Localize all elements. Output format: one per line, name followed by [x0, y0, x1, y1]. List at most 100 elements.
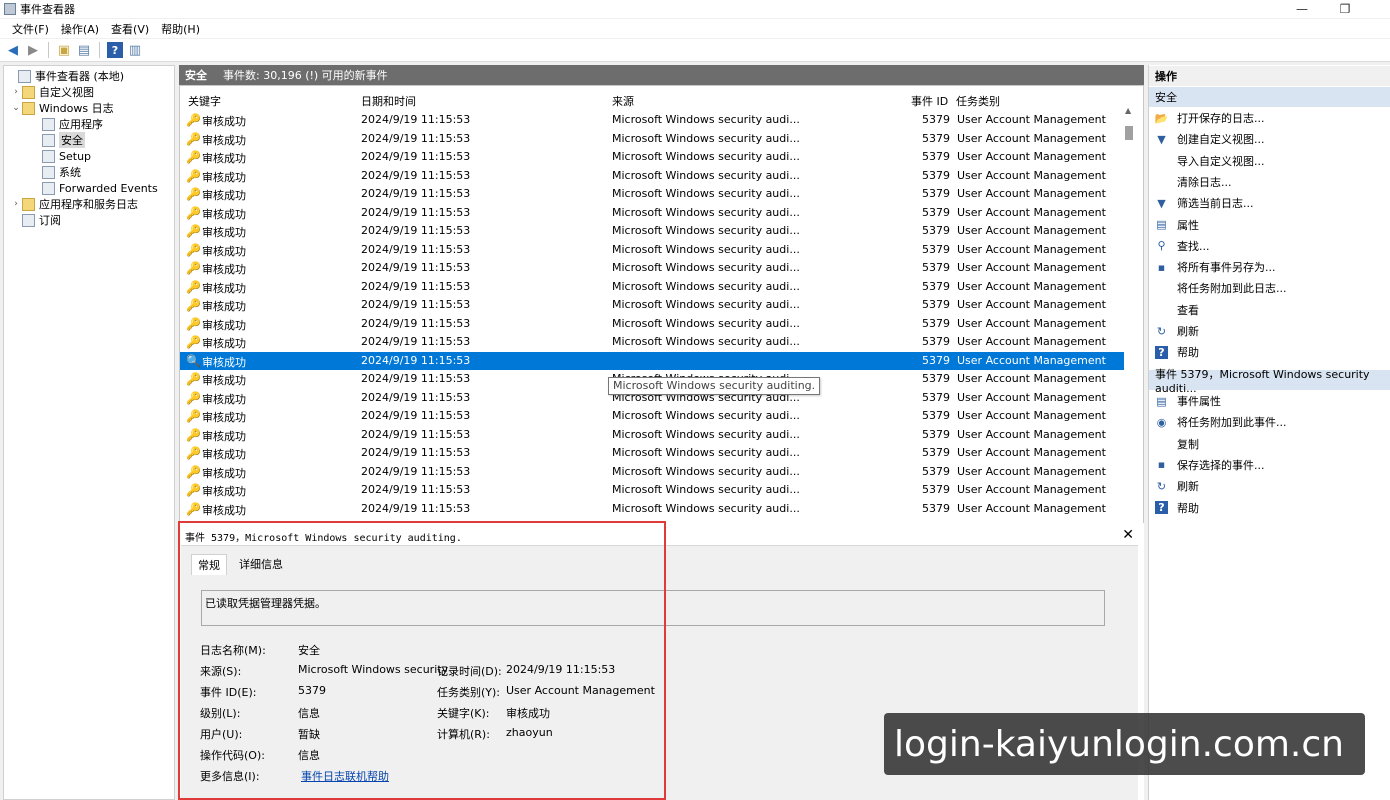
- help-icon[interactable]: ?: [107, 42, 123, 58]
- event-list[interactable]: 关键字 日期和时间 来源 事件 ID 任务类别 🔑 审核成功 2024/9/19 1…: [179, 85, 1144, 583]
- cell-datetime: 2024/9/19 11:15:53: [361, 372, 471, 385]
- tree-item-setup[interactable]: Setup: [4, 148, 174, 164]
- action-item[interactable]: ◉ 将任务附加到此事件...: [1155, 413, 1287, 431]
- cell-datetime: 2024/9/19 11:15:53: [361, 446, 471, 459]
- action-item[interactable]: 查看: [1155, 301, 1199, 319]
- column-header-datetime[interactable]: 日期和时间: [361, 93, 416, 109]
- action-item[interactable]: ↻ 刷新: [1155, 322, 1199, 340]
- action-item[interactable]: 导入自定义视图...: [1155, 152, 1265, 170]
- action-item[interactable]: ▪ 保存选择的事件...: [1155, 456, 1265, 474]
- folder-up-icon[interactable]: ▣: [56, 42, 72, 58]
- event-row[interactable]: 🔑审核成功 2024/9/19 11:15:53 Microsoft Windows…: [180, 241, 1124, 259]
- event-row[interactable]: 🔑审核成功 2024/9/19 11:15:53 Microsoft Windows…: [180, 444, 1124, 462]
- event-row[interactable]: 🔑审核成功 2024/9/19 11:15:53 Microsoft Windows…: [180, 500, 1124, 518]
- action-item[interactable]: 📂 打开保存的日志...: [1155, 109, 1265, 127]
- event-row[interactable]: 🔑审核成功 2024/9/19 11:15:53 Microsoft Windows…: [180, 130, 1124, 148]
- column-header-event-id[interactable]: 事件 ID: [911, 93, 948, 109]
- cell-datetime: 2024/9/19 11:15:53: [361, 316, 471, 330]
- tree-item-app-service-logs[interactable]: › 应用程序和服务日志: [4, 196, 174, 212]
- event-row[interactable]: 🔑审核成功 2024/9/19 11:15:53 Microsoft Windows…: [180, 259, 1124, 277]
- close-icon[interactable]: ✕: [1122, 527, 1134, 543]
- event-row[interactable]: 🔑审核成功 2024/9/19 11:15:53 Microsoft Windows…: [180, 222, 1124, 240]
- menu-action[interactable]: 操作(A): [55, 21, 105, 37]
- tree-item-security[interactable]: 安全: [4, 132, 174, 148]
- tree-item-root[interactable]: 事件查看器 (本地): [4, 68, 174, 84]
- event-row[interactable]: 🔑审核成功 2024/9/19 11:15:53 Microsoft Windows…: [180, 481, 1124, 499]
- cell-datetime: 2024/9/19 11:15:53: [361, 224, 471, 237]
- action-item[interactable]: 复制: [1155, 435, 1199, 453]
- tree-item-system[interactable]: 系统: [4, 164, 174, 180]
- menu-file[interactable]: 文件(F): [6, 21, 55, 37]
- vertical-scrollbar[interactable]: ▲: [1125, 106, 1133, 582]
- tree-item-custom-views[interactable]: › 自定义视图: [4, 84, 174, 100]
- actions-section-security[interactable]: 安全: [1149, 87, 1390, 107]
- online-help-link[interactable]: 事件日志联机帮助: [301, 768, 389, 784]
- event-row[interactable]: 🔑审核成功 2024/9/19 11:15:53 Microsoft Windows…: [180, 296, 1124, 314]
- key-icon: 🔑: [186, 150, 201, 164]
- event-row[interactable]: 🔑审核成功 2024/9/19 11:15:53 Microsoft Windows…: [180, 111, 1124, 129]
- maximize-button[interactable]: ❐: [1322, 0, 1368, 18]
- menu-view[interactable]: 查看(V): [105, 21, 155, 37]
- cell-task-category: User Account Management: [957, 150, 1106, 163]
- back-arrow-icon[interactable]: ◀: [5, 42, 21, 58]
- save-icon: ▪: [1157, 458, 1166, 472]
- action-item[interactable]: ↻ 刷新: [1155, 477, 1199, 495]
- cell-datetime: 2024/9/19 11:15:53: [361, 168, 471, 182]
- collapse-arrow-icon[interactable]: ⌄: [10, 103, 22, 113]
- scrollbar-thumb[interactable]: [1125, 126, 1133, 140]
- menu-help[interactable]: 帮助(H): [155, 21, 206, 37]
- event-row[interactable]: 🔑审核成功 2024/9/19 11:15:53 Microsoft Windows…: [180, 278, 1124, 296]
- cell-task-category: User Account Management: [957, 261, 1106, 274]
- expand-arrow-icon[interactable]: ›: [10, 199, 22, 209]
- column-header-task-category[interactable]: 任务类别: [956, 93, 1000, 109]
- action-item[interactable]: ? 帮助: [1155, 499, 1199, 517]
- cell-keyword: 审核成功: [202, 244, 246, 258]
- subscription-icon: [22, 213, 35, 227]
- event-row[interactable]: 🔑审核成功 2024/9/19 11:15:53 Microsoft Windows…: [180, 148, 1124, 166]
- scroll-up-arrow-icon[interactable]: ▲: [1125, 106, 1131, 115]
- action-item[interactable]: ? 帮助: [1155, 343, 1199, 361]
- actions-section-event[interactable]: 事件 5379，Microsoft Windows security audit…: [1149, 368, 1390, 395]
- expand-arrow-icon[interactable]: ›: [10, 87, 22, 97]
- tree-item-windows-logs[interactable]: ⌄ Windows 日志: [4, 100, 174, 116]
- key-icon: 🔑: [186, 316, 201, 331]
- event-row[interactable]: 🔑审核成功 2024/9/19 11:15:53 Microsoft Windows…: [180, 463, 1124, 481]
- tree-item-application[interactable]: 应用程序: [4, 116, 174, 132]
- tree-item-forwarded-events[interactable]: Forwarded Events: [4, 180, 174, 196]
- properties-icon[interactable]: ▤: [76, 42, 92, 58]
- computer-log-icon: [18, 69, 31, 83]
- toolbar: ◀ ▶ ▣ ▤ ? ▥: [0, 39, 1390, 62]
- cell-event-id: 5379: [922, 279, 950, 293]
- minimize-button[interactable]: —: [1279, 0, 1325, 18]
- action-item[interactable]: ▪ 将所有事件另存为...: [1155, 258, 1276, 276]
- action-item[interactable]: ▼ 筛选当前日志...: [1155, 194, 1253, 212]
- forward-arrow-icon[interactable]: ▶: [25, 42, 41, 58]
- action-item[interactable]: ⚲ 查找...: [1155, 237, 1209, 255]
- tab-general[interactable]: 常规: [191, 554, 227, 575]
- column-header-keyword[interactable]: 关键字: [188, 93, 221, 109]
- event-row[interactable]: 🔑审核成功 2024/9/19 11:15:53 Microsoft Windows…: [180, 407, 1124, 425]
- event-row[interactable]: 🔑审核成功 2024/9/19 11:15:53 Microsoft Windows…: [180, 167, 1124, 185]
- cell-task-category: User Account Management: [957, 483, 1106, 496]
- event-row[interactable]: 🔑审核成功 2024/9/19 11:15:53 Microsoft Windows…: [180, 185, 1124, 203]
- tree-item-subscriptions[interactable]: 订阅: [4, 212, 174, 228]
- action-item[interactable]: 将任务附加到此日志...: [1155, 279, 1287, 297]
- event-row[interactable]: 🔑审核成功 2024/9/19 11:15:53 Microsoft Windows…: [180, 315, 1124, 333]
- refresh-icon: ↻: [1156, 479, 1167, 493]
- tab-details[interactable]: 详细信息: [233, 554, 289, 574]
- event-row[interactable]: 🔑审核成功 2024/9/19 11:15:53 Microsoft Windows…: [180, 333, 1124, 351]
- key-icon: 🔑: [186, 390, 201, 405]
- action-item[interactable]: ▤ 属性: [1155, 216, 1199, 234]
- prop-value-source: Microsoft Windows security: [298, 663, 449, 676]
- action-item[interactable]: ▼ 创建自定义视图...: [1155, 130, 1264, 148]
- column-header-source[interactable]: 来源: [612, 93, 634, 109]
- action-item[interactable]: ▤ 事件属性: [1155, 392, 1221, 410]
- event-row[interactable]: 🔍 审核成功 2024/9/19 11:15:53 5379 User Account …: [180, 351, 1124, 370]
- cell-datetime: 2024/9/19 11:15:53: [361, 335, 471, 348]
- action-item[interactable]: 清除日志...: [1155, 173, 1232, 191]
- event-row[interactable]: 🔑审核成功 2024/9/19 11:15:53 Microsoft Windows…: [180, 426, 1124, 444]
- panel-icon[interactable]: ▥: [127, 42, 143, 58]
- event-list-header: 关键字 日期和时间 来源 事件 ID 任务类别: [180, 93, 1130, 109]
- action-item-label: 帮助: [1177, 346, 1199, 360]
- event-row[interactable]: 🔑审核成功 2024/9/19 11:15:53 Microsoft Windows…: [180, 204, 1124, 222]
